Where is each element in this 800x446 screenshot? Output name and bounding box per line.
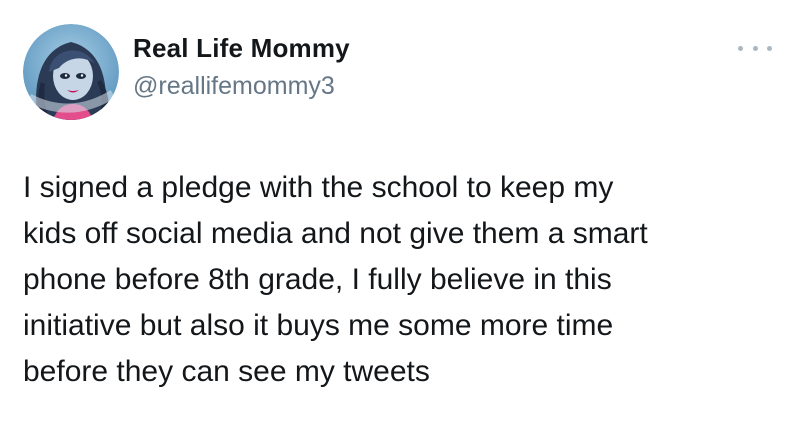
more-options-icon[interactable] bbox=[738, 40, 772, 56]
author-display-name[interactable]: Real Life Mommy bbox=[133, 33, 350, 64]
author-handle[interactable]: @reallifemommy3 bbox=[133, 72, 335, 101]
tweet-text-line: initiative but also it buys me some more… bbox=[23, 309, 614, 342]
tweet-text-line: kids off social media and not give them … bbox=[23, 217, 648, 250]
more-dot bbox=[767, 45, 772, 51]
tweet-text: I signed a pledge with the school to kee… bbox=[23, 165, 773, 395]
avatar[interactable] bbox=[23, 24, 119, 120]
tweet-text-line: phone before 8th grade, I fully believe … bbox=[23, 263, 612, 296]
tweet-text-line: before they can see my tweets bbox=[23, 355, 430, 388]
more-dot bbox=[752, 45, 758, 51]
more-dot bbox=[738, 45, 743, 51]
avatar-image bbox=[23, 24, 119, 120]
tweet-card: Real Life Mommy @reallifemommy3 I signed… bbox=[0, 0, 800, 446]
tweet-text-line: I signed a pledge with the school to kee… bbox=[23, 171, 614, 204]
